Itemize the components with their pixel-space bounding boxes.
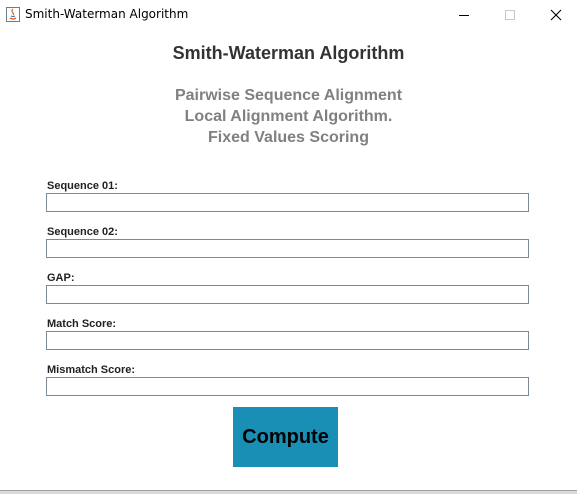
mismatch-score-input[interactable] (46, 377, 529, 396)
sequence-02-input[interactable] (46, 239, 529, 258)
subtitle-line: Pairwise Sequence Alignment (174, 87, 403, 104)
compute-button[interactable]: Compute (233, 407, 338, 467)
app-window: Smith-Waterman Algorithm Smith-Waterman … (0, 0, 577, 494)
sequence-02-label: Sequence 02: (47, 226, 118, 238)
sequence-01-input[interactable] (46, 193, 529, 212)
title-bar[interactable]: Smith-Waterman Algorithm (0, 0, 577, 30)
minimize-icon (459, 15, 469, 16)
match-score-input[interactable] (46, 331, 529, 350)
sequence-01-label: Sequence 01: (47, 180, 118, 192)
java-icon (6, 7, 20, 22)
gap-label: GAP: (47, 272, 75, 284)
gap-input[interactable] (46, 285, 529, 304)
minimize-button[interactable] (441, 0, 487, 30)
subtitle-line: Local Alignment Algorithm. (184, 108, 393, 125)
window-title: Smith-Waterman Algorithm (25, 7, 189, 21)
maximize-icon (505, 10, 515, 20)
mismatch-score-label: Mismatch Score: (47, 364, 136, 376)
maximize-button[interactable] (487, 0, 533, 30)
close-icon (550, 9, 562, 21)
window-bottom-edge (0, 490, 577, 494)
page-title: Smith-Waterman Algorithm (172, 43, 405, 63)
match-score-label: Match Score: (47, 318, 117, 330)
close-button[interactable] (533, 0, 577, 30)
subtitle-line: Fixed Values Scoring (208, 129, 369, 146)
